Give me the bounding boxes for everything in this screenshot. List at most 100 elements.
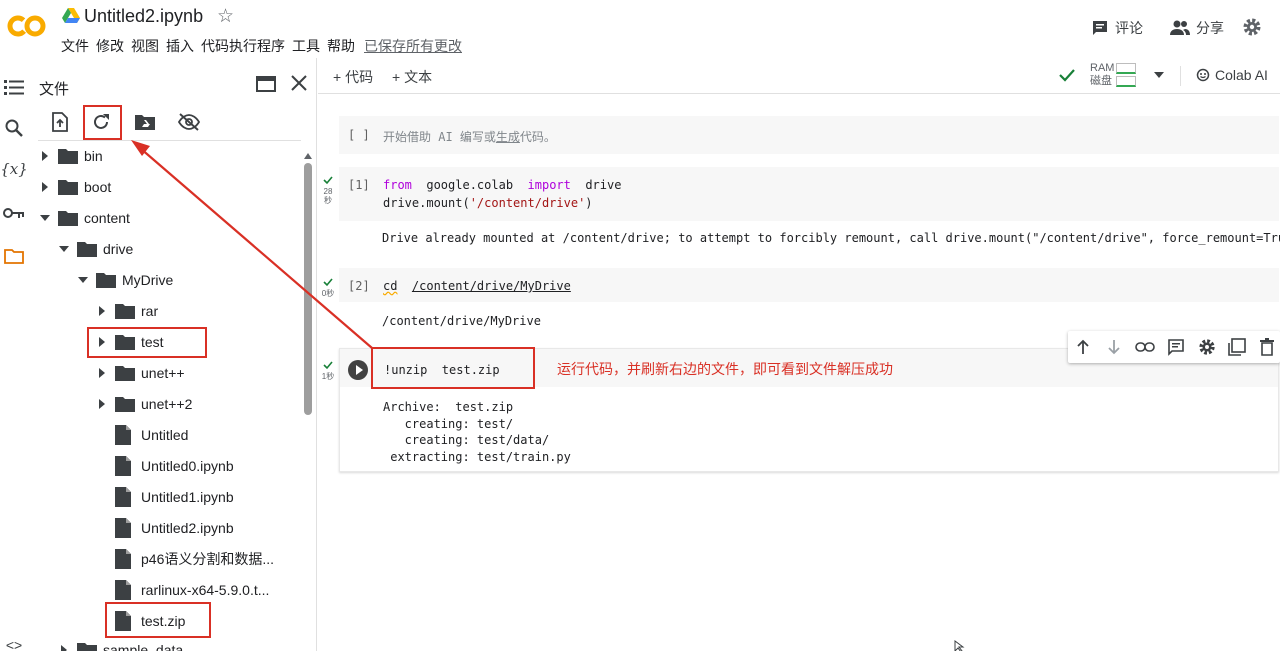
code-cell-1[interactable]: [1] from google.colab import drive drive…	[339, 167, 1279, 221]
notebook-toolbar: + 代码 + 文本 RAM 磁盘 Colab AI	[318, 58, 1280, 94]
menu-file[interactable]: 文件	[61, 36, 89, 54]
highlight-test-folder-box	[87, 327, 207, 358]
resource-monitor[interactable]: RAM 磁盘	[1090, 62, 1114, 88]
tree-item-label: Untitled2.ipynb	[141, 520, 234, 536]
tree-item-unetpp2[interactable]: unet++2	[95, 391, 192, 417]
open-in-tab-icon[interactable]	[256, 75, 276, 93]
arrow-down-icon[interactable]	[1104, 337, 1124, 357]
folder-icon	[115, 364, 135, 382]
empty-code-cell[interactable]: [ ] 开始借助 AI 编写或生成代码。	[339, 116, 1279, 154]
cell-toolbar	[1068, 331, 1280, 363]
tree-item-bin[interactable]: bin	[38, 143, 103, 169]
tree-item-untitled1[interactable]: Untitled1.ipynb	[115, 484, 234, 510]
tree-item-p46[interactable]: p46语义分割和数据...	[115, 546, 274, 572]
delete-icon[interactable]	[1257, 337, 1277, 357]
comment-icon[interactable]	[1166, 337, 1186, 357]
tree-item-sample-data[interactable]: sample_data	[57, 637, 183, 651]
star-icon[interactable]: ☆	[217, 5, 234, 28]
add-code-button[interactable]: + 代码	[333, 67, 373, 87]
menu-runtime[interactable]: 代码执行程序	[201, 36, 285, 54]
expand-arrow-icon[interactable]	[95, 366, 109, 380]
folder-icon	[96, 271, 116, 289]
colab-ai-button[interactable]: Colab AI	[1196, 67, 1268, 83]
variables-icon[interactable]: {x}	[0, 158, 28, 180]
tree-item-boot[interactable]: boot	[38, 174, 111, 200]
share-label: 分享	[1196, 20, 1224, 36]
scroll-thumb[interactable]	[304, 163, 312, 415]
scroll-up-arrow-icon[interactable]	[304, 153, 312, 159]
tree-item-untitled2[interactable]: Untitled2.ipynb	[115, 515, 234, 541]
ai-placeholder[interactable]: 开始借助 AI 编写或生成代码。	[383, 128, 556, 145]
collapse-arrow-icon[interactable]	[57, 242, 71, 256]
expand-arrow-icon[interactable]	[38, 180, 52, 194]
tree-item-untitled0[interactable]: Untitled0.ipynb	[115, 453, 234, 479]
tree-item-unetpp[interactable]: unet++	[95, 360, 185, 386]
key-icon[interactable]	[3, 202, 25, 224]
notebook-title[interactable]: Untitled2.ipynb	[84, 6, 203, 27]
cell-2-output: /content/drive/MyDrive	[382, 314, 541, 328]
colab-logo[interactable]	[7, 12, 47, 40]
tree-item-label: rar	[141, 303, 159, 319]
menu-help[interactable]: 帮助	[327, 36, 355, 54]
file-icon	[115, 487, 135, 507]
people-icon	[1170, 20, 1190, 35]
tree-item-label: sample_data	[103, 642, 184, 651]
tree-item-label: unet++2	[141, 396, 193, 412]
menu-view[interactable]: 视图	[131, 36, 159, 54]
tree-item-content[interactable]: content	[38, 205, 130, 231]
tree-item-rarlinux[interactable]: rarlinux-x64-5.9.0.t...	[115, 577, 269, 603]
collapse-arrow-icon[interactable]	[38, 211, 52, 225]
tree-item-label: MyDrive	[122, 272, 174, 288]
folder-icon[interactable]	[3, 245, 25, 267]
run-cell-button[interactable]	[348, 360, 368, 380]
expand-arrow-icon[interactable]	[57, 643, 71, 651]
tree-item-mydrive[interactable]: MyDrive	[76, 267, 173, 293]
executed-check-icon	[323, 361, 333, 370]
folder-icon	[58, 209, 78, 227]
mirror-cell-icon[interactable]	[1227, 337, 1247, 357]
code-cell-2[interactable]: [2] cd /content/drive/MyDrive	[339, 268, 1279, 302]
chevron-down-icon[interactable]	[1154, 72, 1164, 78]
menu-edit[interactable]: 修改	[96, 36, 124, 54]
tree-item-rar[interactable]: rar	[95, 298, 158, 324]
comment-button[interactable]: 评论	[1091, 16, 1143, 40]
cell-prompt: [ ]	[348, 128, 370, 142]
gear-icon[interactable]	[1197, 337, 1217, 357]
menu-insert[interactable]: 插入	[166, 36, 194, 54]
upload-icon[interactable]	[48, 110, 72, 134]
generate-link[interactable]: 生成	[496, 130, 520, 144]
tree-item-label: drive	[103, 241, 134, 257]
arrow-up-icon[interactable]	[1073, 337, 1093, 357]
collapse-arrow-icon[interactable]	[76, 273, 90, 287]
code-snippets-icon[interactable]: <>	[3, 634, 25, 651]
toc-icon[interactable]	[3, 76, 25, 98]
link-icon[interactable]	[1135, 337, 1155, 357]
cell-1-output: Drive already mounted at /content/drive;…	[382, 231, 1280, 245]
tree-item-label: rarlinux-x64-5.9.0.t...	[141, 582, 270, 598]
tree-item-untitled[interactable]: Untitled	[115, 422, 188, 448]
folder-icon	[58, 178, 78, 196]
highlight-unzip-cell-box	[371, 347, 535, 389]
gear-icon[interactable]	[1242, 17, 1262, 37]
annotation-text: 运行代码，并刷新右边的文件，即可看到文件解压成功	[557, 361, 893, 377]
file-icon	[115, 425, 135, 445]
mouse-cursor-icon	[954, 640, 965, 651]
executed-check-icon	[323, 176, 333, 185]
file-tree: bin boot content drive MyDrive rar test …	[28, 142, 304, 651]
mount-drive-icon[interactable]	[133, 110, 157, 134]
add-text-button[interactable]: + 文本	[392, 67, 432, 87]
expand-arrow-icon[interactable]	[95, 397, 109, 411]
saved-status[interactable]: 已保存所有更改	[364, 36, 462, 54]
expand-arrow-icon[interactable]	[95, 304, 109, 318]
tree-item-drive[interactable]: drive	[57, 236, 133, 262]
app-header: Untitled2.ipynb ☆ 文件 修改 视图 插入 代码执行程序 工具 …	[0, 0, 1280, 58]
share-button[interactable]: 分享	[1170, 16, 1224, 40]
hide-files-icon[interactable]	[177, 110, 201, 134]
search-icon[interactable]	[3, 117, 25, 139]
close-icon[interactable]	[290, 74, 308, 92]
menu-tools[interactable]: 工具	[292, 36, 320, 54]
expand-arrow-icon[interactable]	[38, 149, 52, 163]
files-scrollbar[interactable]	[304, 153, 312, 651]
exec-time: 0秒	[321, 289, 335, 298]
tree-item-label: boot	[84, 179, 112, 195]
